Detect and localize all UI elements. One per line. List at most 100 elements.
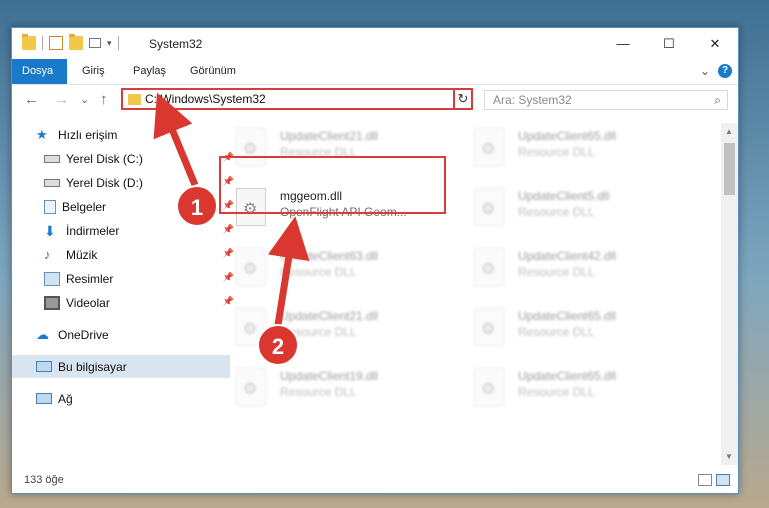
sidebar-item-label: Yerel Disk (C:) (66, 151, 143, 166)
explorer-window: ▾ System32 — ☐ ✕ Dosya Giriş Paylaş Görü… (11, 27, 739, 494)
cloud-icon: ☁ (36, 326, 49, 342)
maximize-button[interactable]: ☐ (646, 28, 692, 59)
view-switcher (698, 474, 730, 486)
dll-file-icon (474, 308, 504, 346)
properties-icon[interactable] (49, 36, 63, 50)
minimize-button[interactable]: — (600, 28, 646, 59)
search-icon[interactable]: ⌕ (714, 93, 721, 108)
sidebar-item-this-pc[interactable]: Bu bilgisayar (12, 355, 230, 378)
sidebar-item-label: İndirmeler (66, 223, 120, 238)
sidebar-item-network[interactable]: Ağ (12, 387, 230, 410)
file-name: UpdateClient63.dll (280, 249, 379, 263)
recent-locations-button[interactable]: ⌄ (80, 93, 89, 106)
view-options-icon[interactable] (89, 38, 101, 48)
video-icon (44, 295, 60, 310)
step-marker-2: 2 (257, 324, 299, 366)
search-input[interactable]: Ara: System32 ⌕ (484, 90, 728, 110)
navigation-bar: ← → ⌄ ↑ C:\Windows\System32 ⌄ ↻ Ara: Sys… (12, 85, 738, 116)
sidebar-item-label: Ağ (58, 391, 73, 406)
sidebar-item-label: Belgeler (62, 199, 107, 214)
sidebar-item-label: OneDrive (58, 327, 109, 342)
sidebar-item-label: Bu bilgisayar (58, 359, 127, 374)
refresh-button[interactable]: ↻ (453, 88, 473, 110)
expand-ribbon-icon[interactable]: ⌄ (700, 64, 710, 78)
search-placeholder: Ara: System32 (493, 93, 572, 107)
file-highlight-box (219, 156, 446, 214)
window-title: System32 (149, 37, 203, 51)
sidebar-item-music[interactable]: ♪ Müzik 📌 (12, 243, 238, 266)
file-name: UpdateClient21.dll (280, 129, 379, 143)
drive-icon (44, 154, 60, 163)
file-name: UpdateClient65.dll (518, 369, 617, 383)
file-name: UpdateClient19.dll (280, 369, 379, 383)
list-item[interactable]: UpdateClient63.dll Resource DLL (230, 243, 450, 293)
dll-file-icon (474, 188, 504, 226)
scroll-down-icon[interactable]: ▼ (725, 452, 733, 461)
customize-toolbar-icon[interactable]: ▾ (107, 38, 112, 49)
window-controls: — ☐ ✕ (600, 28, 738, 59)
sidebar-item-label: Müzik (66, 247, 98, 262)
new-folder-icon[interactable] (69, 34, 83, 50)
sidebar-item-label: Resimler (66, 271, 114, 286)
close-button[interactable]: ✕ (692, 28, 738, 59)
scrollbar-thumb[interactable] (724, 143, 735, 195)
sidebar-item-onedrive[interactable]: ☁ OneDrive (12, 323, 230, 346)
dll-file-icon (474, 368, 504, 406)
file-name: UpdateClient21.dll (280, 309, 379, 323)
dll-file-icon (474, 128, 504, 166)
back-button[interactable]: ← (24, 91, 39, 108)
tab-view[interactable]: Görünüm (180, 59, 246, 84)
file-name: UpdateClient65.dll (518, 129, 617, 143)
address-path[interactable]: C:\Windows\System32 (145, 92, 266, 106)
tab-file[interactable]: Dosya (12, 59, 67, 84)
sidebar-item-quick-access[interactable]: ★ Hızlı erişim (12, 123, 230, 146)
dll-file-icon (236, 248, 266, 286)
toolbar-divider (117, 36, 119, 50)
dll-file-icon (236, 368, 266, 406)
sidebar-item-pictures[interactable]: Resimler 📌 (12, 267, 238, 290)
file-description: Resource DLL (280, 385, 357, 399)
item-count: 133 öğe (24, 474, 64, 486)
tab-home[interactable]: Giriş (72, 59, 115, 84)
up-button[interactable]: ↑ (100, 91, 108, 108)
tab-share[interactable]: Paylaş (123, 59, 176, 84)
folder-icon (128, 94, 141, 105)
drive-icon (44, 178, 60, 187)
status-bar: 133 öğe (12, 469, 738, 493)
forward-button[interactable]: → (54, 91, 69, 108)
large-icons-view-icon[interactable] (716, 474, 730, 486)
step-marker-1: 1 (176, 185, 218, 227)
computer-icon (36, 361, 52, 372)
folder-icon[interactable] (22, 34, 36, 50)
ribbon-tabs: Dosya Giriş Paylaş Görünüm ⌄ ? (12, 59, 738, 85)
scroll-up-icon[interactable]: ▲ (725, 127, 733, 136)
file-description: Resource DLL (518, 265, 595, 279)
navigation-pane: ★ Hızlı erişim Yerel Disk (C:) 📌 Yerel D… (12, 123, 234, 461)
sidebar-item-label: Yerel Disk (D:) (66, 175, 143, 190)
sidebar-item-videos[interactable]: Videolar 📌 (12, 291, 238, 314)
list-item[interactable]: UpdateClient42.dll Resource DLL (468, 243, 688, 293)
list-item[interactable]: UpdateClient5.dll Resource DLL (468, 183, 688, 233)
pictures-icon (44, 271, 60, 286)
file-name: UpdateClient42.dll (518, 249, 617, 263)
toolbar-divider (42, 36, 43, 50)
list-item[interactable]: UpdateClient65.dll Resource DLL (468, 363, 688, 413)
list-item[interactable]: UpdateClient19.dll Resource DLL (230, 363, 450, 413)
quick-access-toolbar: ▾ (22, 34, 119, 50)
file-description: Resource DLL (518, 145, 595, 159)
star-icon: ★ (36, 126, 48, 142)
music-icon: ♪ (44, 246, 51, 262)
help-icon[interactable]: ? (718, 64, 732, 78)
list-item[interactable]: UpdateClient65.dll Resource DLL (468, 123, 688, 173)
network-icon (36, 393, 52, 404)
vertical-scrollbar[interactable]: ▲ ▼ (721, 123, 738, 465)
file-name: UpdateClient65.dll (518, 309, 617, 323)
list-item[interactable]: UpdateClient65.dll Resource DLL (468, 303, 688, 353)
sidebar-item-local-disk-c[interactable]: Yerel Disk (C:) 📌 (12, 147, 238, 170)
dll-file-icon (474, 248, 504, 286)
address-bar[interactable]: C:\Windows\System32 ⌄ (121, 88, 470, 110)
document-icon (44, 199, 56, 214)
file-description: Resource DLL (518, 325, 595, 339)
details-view-icon[interactable] (698, 474, 712, 486)
file-name: UpdateClient5.dll (518, 189, 610, 203)
